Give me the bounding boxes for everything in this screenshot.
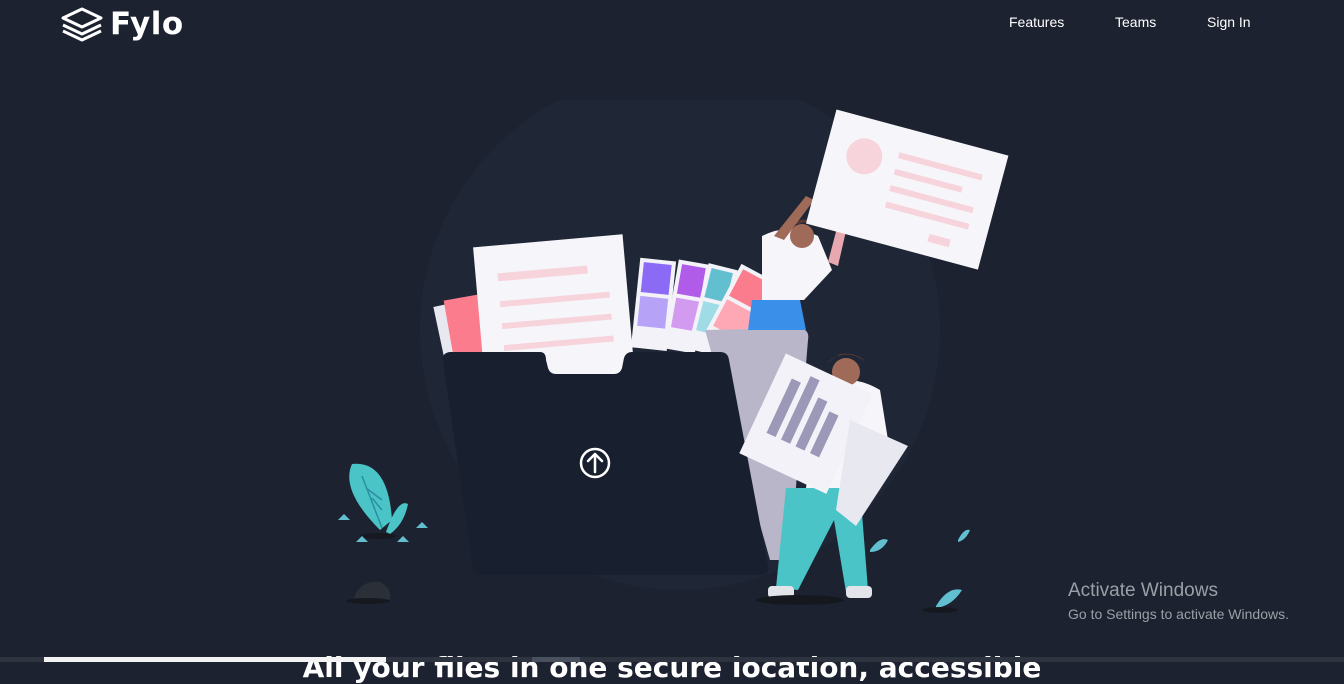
activate-windows-title: Activate Windows bbox=[1068, 580, 1218, 601]
activate-windows-subtitle: Go to Settings to activate Windows. bbox=[1068, 606, 1289, 622]
nav-link-teams[interactable]: Teams bbox=[1115, 14, 1156, 30]
nav-link-features[interactable]: Features bbox=[1009, 14, 1064, 30]
taskbar-item[interactable] bbox=[532, 657, 580, 662]
plant-decoration bbox=[338, 463, 428, 542]
logo-text: Fylo bbox=[110, 6, 184, 42]
layers-logo-icon bbox=[61, 7, 103, 42]
hero-headline: All your files in one secure location, a… bbox=[302, 650, 1042, 684]
taskbar-window-preview[interactable] bbox=[44, 657, 386, 662]
nav-link-sign-in[interactable]: Sign In bbox=[1207, 14, 1251, 30]
hero-illustration bbox=[338, 100, 1009, 613]
logo-link[interactable]: Fylo bbox=[60, 4, 184, 44]
site-header: Fylo Features Teams Sign In bbox=[0, 0, 1344, 50]
